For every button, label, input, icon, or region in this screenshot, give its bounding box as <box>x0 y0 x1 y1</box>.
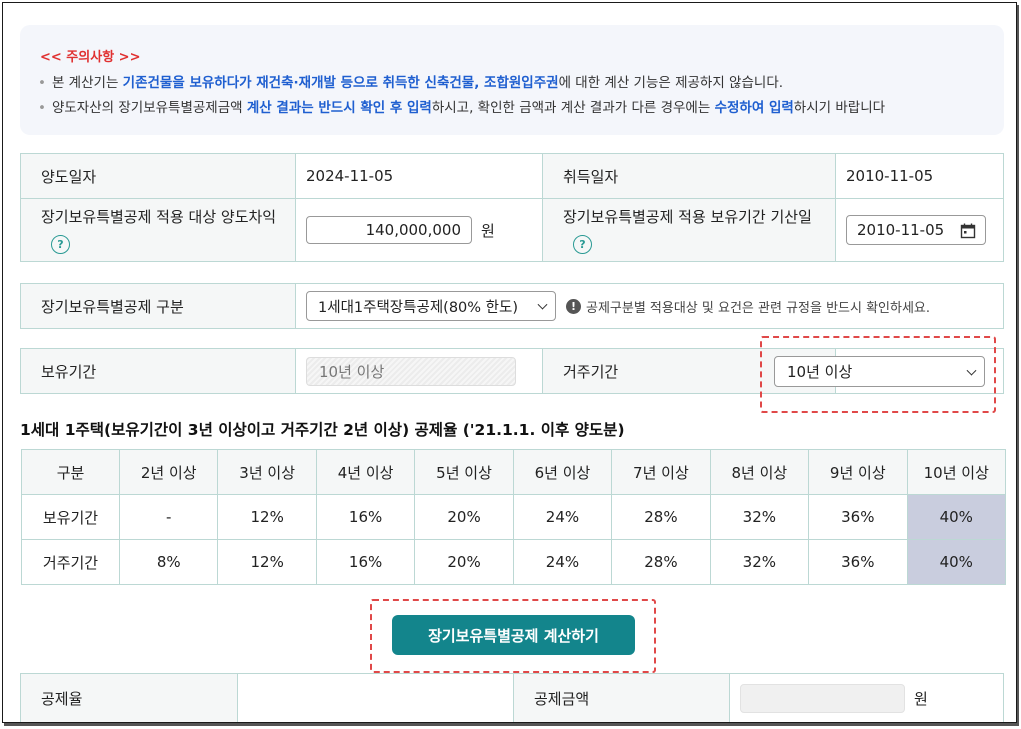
rate-cell: 12% <box>217 539 317 585</box>
table-header: 3년 이상 <box>217 449 317 495</box>
bullet-icon: • <box>38 100 46 116</box>
rate-cell: 20% <box>414 539 514 585</box>
deduction-amount-cell: 원 <box>729 673 1004 722</box>
gain-unit: 원 <box>481 221 495 240</box>
gain-label-cell: 장기보유특별공제 적용 대상 양도차익 ? <box>20 198 296 262</box>
rate-cell: 16% <box>315 539 416 585</box>
notice-line-1: • 본 계산기는 기존건물을 보유하다가 재건축·재개발 등으로 취득한 신축건물… <box>38 75 784 91</box>
row-label: 보유기간 <box>21 494 120 540</box>
help-icon[interactable]: ? <box>573 235 592 254</box>
rate-cell: 28% <box>611 539 711 585</box>
notice-title: << 주의사항 >> <box>40 50 141 65</box>
holding-period-cell: 10년 이상 <box>295 348 543 394</box>
table-header: 8년 이상 <box>709 449 810 495</box>
table-header: 7년 이상 <box>611 449 711 495</box>
table-row: 거주기간 8% 12% 16% 20% 24% 28% 32% 36% 40% <box>21 539 1006 585</box>
chevron-down-icon <box>537 299 548 310</box>
gain-label: 장기보유특별공제 적용 대상 양도차익 <box>41 208 277 226</box>
acquire-date-value: 2010-11-05 <box>835 153 1004 199</box>
table-header: 4년 이상 <box>315 449 416 495</box>
row-label: 거주기간 <box>21 539 120 585</box>
base-date-input[interactable]: 2010-11-05 <box>846 215 986 245</box>
deduction-rate-label: 공제율 <box>20 673 238 722</box>
rate-cell: 28% <box>611 494 711 540</box>
calculator-panel: << 주의사항 >> • 본 계산기는 기존건물을 보유하다가 재건축·재개발 등… <box>2 2 1017 723</box>
table-header: 9년 이상 <box>808 449 908 495</box>
rate-cell: 36% <box>808 539 908 585</box>
holding-period-field: 10년 이상 <box>306 356 516 386</box>
table-row: 보유기간 - 12% 16% 20% 24% 28% 32% 36% 40% <box>21 494 1006 540</box>
holding-period-label: 보유기간 <box>20 348 296 394</box>
table-header: 6년 이상 <box>512 449 613 495</box>
notice-box: << 주의사항 >> • 본 계산기는 기존건물을 보유하다가 재건축·재개발 등… <box>20 25 1004 135</box>
annotation-highlight-box <box>370 599 656 673</box>
annotation-highlight-box <box>760 336 996 413</box>
transfer-date-value: 2024-11-05 <box>295 153 543 199</box>
table-header: 2년 이상 <box>118 449 219 495</box>
deduction-amount-field <box>740 683 905 713</box>
notice-highlight: 계산 결과는 반드시 확인 후 입력 <box>246 100 432 116</box>
rate-table-title: 1세대 1주택(보유기간이 3년 이상이고 거주기간 2년 이상) 공제율 ('… <box>20 421 625 439</box>
table-header: 5년 이상 <box>414 449 514 495</box>
calendar-icon[interactable] <box>960 223 976 239</box>
deduction-rate-value <box>237 673 514 722</box>
amount-unit: 원 <box>914 689 928 708</box>
rate-cell: - <box>118 494 219 540</box>
rate-cell-highlighted: 40% <box>906 494 1006 540</box>
rate-cell: 20% <box>414 494 514 540</box>
rate-cell-highlighted: 40% <box>906 539 1006 585</box>
deduction-type-cell: 1세대1주택장특공제(80% 한도) ! 공제구분별 적용대상 및 요건은 관련… <box>295 283 1004 329</box>
rate-table: 구분 2년 이상 3년 이상 4년 이상 5년 이상 6년 이상 7년 이상 8… <box>21 449 1006 585</box>
base-date-label-cell: 장기보유특별공제 적용 보유기간 기산일 ? <box>542 198 836 262</box>
deduction-amount-label: 공제금액 <box>513 673 730 722</box>
table-header: 10년 이상 <box>906 449 1006 495</box>
base-date-value-cell: 2010-11-05 <box>835 198 1004 262</box>
transfer-date-label: 양도일자 <box>20 153 296 199</box>
gain-input[interactable]: 140,000,000 <box>306 216 472 244</box>
rate-cell: 24% <box>512 539 613 585</box>
bullet-icon: • <box>38 75 46 91</box>
gain-value-cell: 140,000,000 원 <box>295 198 543 262</box>
rate-cell: 36% <box>808 494 908 540</box>
deduction-notice: ! 공제구분별 적용대상 및 요건은 관련 규정을 반드시 확인하세요. <box>566 297 930 316</box>
warning-icon: ! <box>566 298 581 314</box>
acquire-date-label: 취득일자 <box>542 153 836 199</box>
table-header: 구분 <box>21 449 120 495</box>
notice-highlight: 기존건물을 보유하다가 재건축·재개발 등으로 취득한 신축건물, 조합원입주권 <box>122 75 559 91</box>
deduction-type-label: 장기보유특별공제 구분 <box>20 283 296 329</box>
base-date-label: 장기보유특별공제 적용 보유기간 기산일 <box>563 208 812 226</box>
notice-line-2: • 양도자산의 장기보유특별공제금액 계산 결과는 반드시 확인 후 입력하시고,… <box>38 100 886 116</box>
rate-cell: 32% <box>709 494 810 540</box>
rate-cell: 8% <box>118 539 219 585</box>
deduction-type-select[interactable]: 1세대1주택장특공제(80% 한도) <box>306 291 556 321</box>
help-icon[interactable]: ? <box>51 235 70 254</box>
rate-cell: 24% <box>512 494 613 540</box>
notice-highlight: 수정하여 입력 <box>714 100 794 116</box>
rate-cell: 12% <box>217 494 317 540</box>
rate-cell: 16% <box>315 494 416 540</box>
table-header-row: 구분 2년 이상 3년 이상 4년 이상 5년 이상 6년 이상 7년 이상 8… <box>21 449 1006 495</box>
rate-cell: 32% <box>709 539 810 585</box>
